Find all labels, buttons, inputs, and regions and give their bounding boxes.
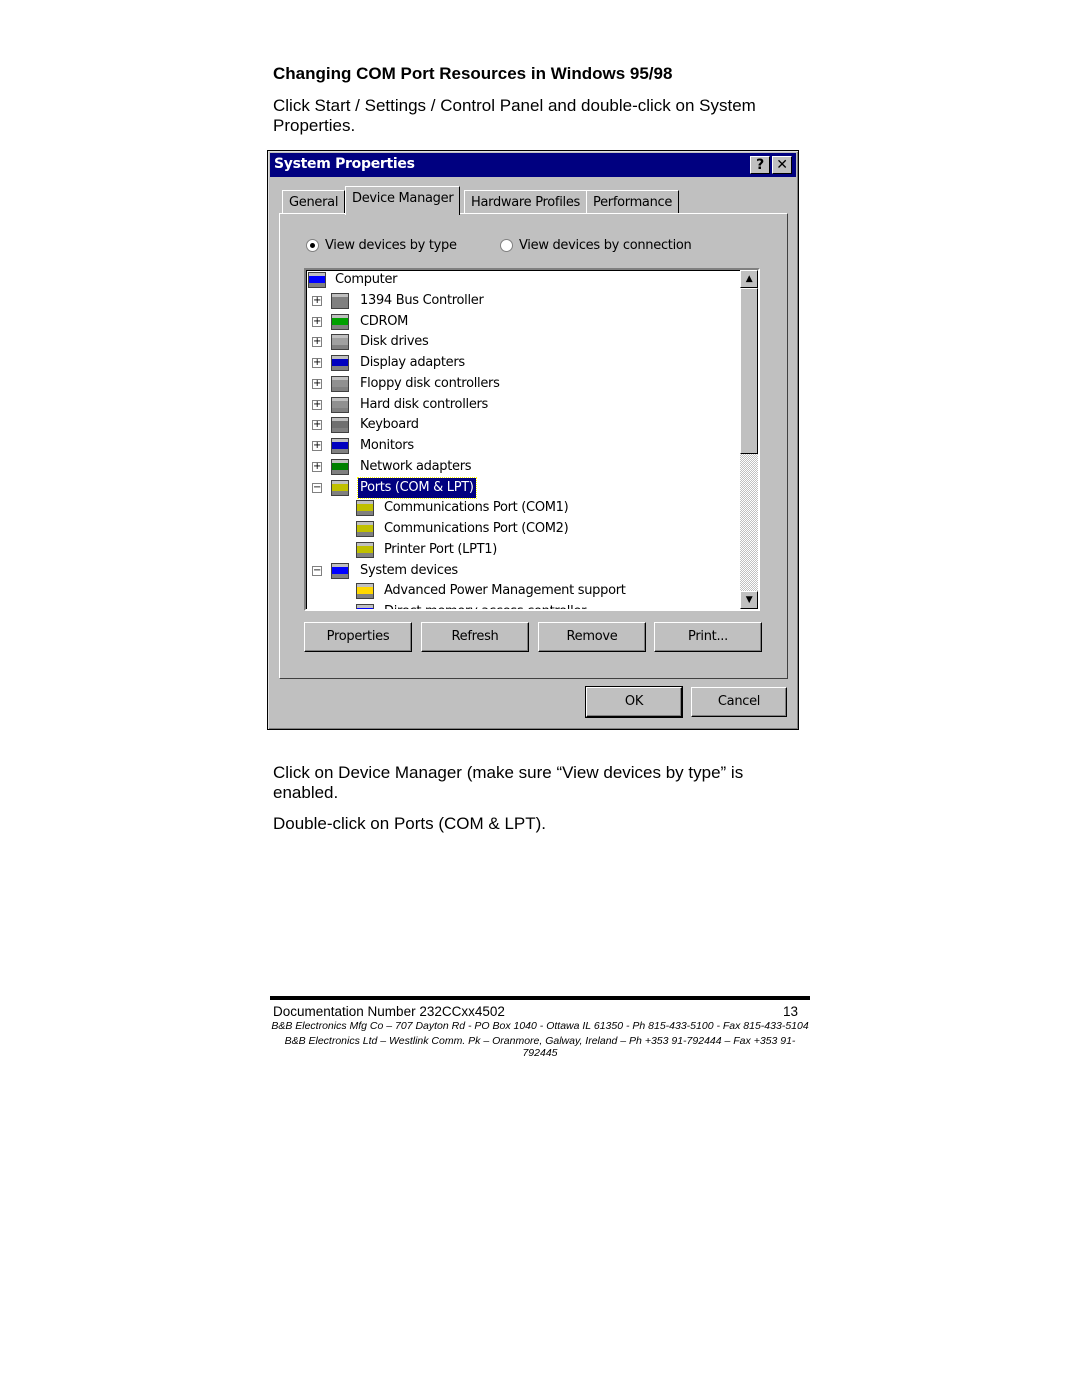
title-bar[interactable]: System Properties ? ✕ bbox=[270, 153, 796, 177]
tree-item[interactable]: + Disk drives bbox=[306, 332, 736, 352]
tree-item[interactable]: + Display adapters bbox=[306, 353, 736, 373]
radio-view-by-type[interactable]: View devices by type bbox=[306, 238, 457, 253]
tree-item-label: Communications Port (COM1) bbox=[384, 500, 569, 516]
expand-icon[interactable]: + bbox=[312, 358, 322, 368]
radio-label: View devices by type bbox=[325, 238, 457, 253]
port-icon bbox=[356, 500, 374, 517]
dialog-title: System Properties bbox=[274, 156, 415, 172]
tree-item[interactable]: Direct memory access controller bbox=[306, 602, 736, 609]
tree-item[interactable]: Advanced Power Management support bbox=[306, 581, 736, 601]
tree-item[interactable]: Computer bbox=[306, 270, 736, 290]
doc-number: Documentation Number 232CCxx4502 bbox=[273, 1004, 505, 1019]
tree-item[interactable]: + Monitors bbox=[306, 436, 736, 456]
display-icon bbox=[331, 355, 349, 371]
refresh-button[interactable]: Refresh bbox=[421, 622, 529, 652]
footer-rule bbox=[270, 996, 810, 1000]
expand-icon[interactable]: + bbox=[312, 378, 322, 389]
close-button[interactable]: ✕ bbox=[772, 156, 792, 174]
radio-button[interactable] bbox=[500, 239, 513, 252]
expand-icon[interactable]: + bbox=[312, 461, 322, 472]
computer-icon bbox=[308, 272, 326, 288]
bus-controller-icon bbox=[331, 292, 349, 309]
tree-item[interactable]: Printer Port (LPT1) bbox=[306, 540, 736, 560]
tree-item-label: Printer Port (LPT1) bbox=[384, 541, 498, 557]
help-button[interactable]: ? bbox=[750, 156, 770, 174]
port-icon bbox=[331, 479, 349, 496]
controller-icon bbox=[331, 396, 349, 413]
tree-item-label: Floppy disk controllers bbox=[360, 375, 500, 391]
collapse-icon[interactable]: − bbox=[312, 482, 322, 493]
tree-item[interactable]: + CDROM bbox=[306, 312, 736, 332]
tree-item[interactable]: + Floppy disk controllers bbox=[306, 374, 736, 394]
computer-icon bbox=[331, 562, 349, 579]
tree-item-label: Network adapters bbox=[360, 458, 472, 474]
tree-item-label: Advanced Power Management support bbox=[384, 583, 626, 599]
expand-icon[interactable]: + bbox=[312, 420, 322, 431]
tree-item-label: Direct memory access controller bbox=[382, 602, 588, 609]
radio-label: View devices by connection bbox=[519, 238, 692, 253]
expand-icon[interactable]: + bbox=[312, 316, 322, 327]
monitor-icon bbox=[331, 438, 349, 454]
tree-item-label: Communications Port (COM2) bbox=[384, 521, 569, 536]
ok-button[interactable]: OK bbox=[585, 686, 683, 718]
scroll-down-arrow-icon[interactable]: ▼ bbox=[740, 591, 758, 609]
computer-icon bbox=[356, 604, 374, 609]
cdrom-icon bbox=[331, 313, 349, 330]
expand-icon[interactable]: + bbox=[312, 399, 322, 410]
tab-hardware-profiles[interactable]: Hardware Profiles bbox=[464, 190, 587, 214]
tree-item-label: Keyboard bbox=[360, 417, 419, 433]
tree-item-label: System devices bbox=[360, 562, 458, 578]
tab-performance[interactable]: Performance bbox=[586, 190, 680, 214]
tree-item[interactable]: Communications Port (COM1) bbox=[306, 498, 736, 518]
cancel-button[interactable]: Cancel bbox=[691, 687, 787, 717]
controller-icon bbox=[331, 375, 349, 392]
radio-view-by-connection[interactable]: View devices by connection bbox=[500, 238, 692, 253]
instruction-device-manager: Click on Device Manager (make sure “View… bbox=[273, 763, 744, 802]
tree-item-label: Disk drives bbox=[360, 334, 429, 350]
intro-text: Click Start / Settings / Control Panel a… bbox=[273, 96, 756, 135]
vertical-scrollbar[interactable]: ▲ ▼ bbox=[740, 270, 758, 609]
network-adapter-icon bbox=[331, 458, 349, 475]
tree-item[interactable]: + Keyboard bbox=[306, 415, 736, 435]
warning-device-icon bbox=[356, 583, 374, 600]
footer-address-us: B&B Electronics Mfg Co – 707 Dayton Rd -… bbox=[271, 1020, 809, 1032]
port-icon bbox=[356, 541, 374, 558]
tree-item[interactable]: + Network adapters bbox=[306, 457, 736, 477]
scroll-up-arrow-icon[interactable]: ▲ bbox=[740, 270, 758, 288]
tree-item-label: Monitors bbox=[360, 438, 414, 453]
tree-item[interactable]: − System devices bbox=[306, 561, 736, 581]
expand-icon[interactable]: + bbox=[312, 441, 322, 451]
properties-button[interactable]: Properties bbox=[304, 622, 412, 652]
tree-item[interactable]: + Hard disk controllers bbox=[306, 395, 736, 415]
tab-general[interactable]: General bbox=[282, 190, 346, 214]
tree-item[interactable]: +1394 Bus Controller bbox=[306, 291, 736, 311]
keyboard-icon bbox=[331, 417, 349, 434]
port-icon bbox=[356, 521, 374, 537]
instruction-ports: Double-click on Ports (COM & LPT). bbox=[273, 814, 547, 833]
page-number: 13 bbox=[783, 1004, 799, 1019]
radio-button-selected[interactable] bbox=[306, 239, 319, 252]
tree-item-label: CDROM bbox=[360, 313, 409, 329]
device-tree[interactable]: Direct memory access controller Advanced … bbox=[304, 268, 760, 611]
tab-device-manager[interactable]: Device Manager bbox=[345, 186, 461, 215]
expand-icon[interactable]: + bbox=[312, 295, 322, 306]
expand-icon[interactable]: + bbox=[312, 337, 322, 348]
tree-item[interactable]: Communications Port (COM2) bbox=[306, 519, 736, 539]
tree-item[interactable]: − Ports (COM & LPT) bbox=[306, 476, 736, 499]
tree-item-label: Hard disk controllers bbox=[360, 396, 489, 412]
print-button[interactable]: Print... bbox=[654, 622, 762, 652]
footer-address-ireland: B&B Electronics Ltd – Westlink Comm. Pk … bbox=[284, 1035, 796, 1059]
scroll-thumb[interactable] bbox=[740, 288, 758, 454]
collapse-icon[interactable]: − bbox=[312, 565, 322, 576]
tree-item-label: 1394 Bus Controller bbox=[360, 292, 484, 308]
tree-item-label: Ports (COM & LPT) bbox=[357, 476, 477, 499]
remove-button[interactable]: Remove bbox=[538, 622, 646, 652]
tree-item-label: Display adapters bbox=[360, 355, 465, 370]
section-heading: Changing COM Port Resources in Windows 9… bbox=[273, 64, 673, 83]
disk-drive-icon bbox=[331, 334, 349, 351]
tree-item-label: Computer bbox=[335, 272, 398, 287]
system-properties-dialog: System Properties ? ✕ General Device Man… bbox=[267, 150, 799, 730]
